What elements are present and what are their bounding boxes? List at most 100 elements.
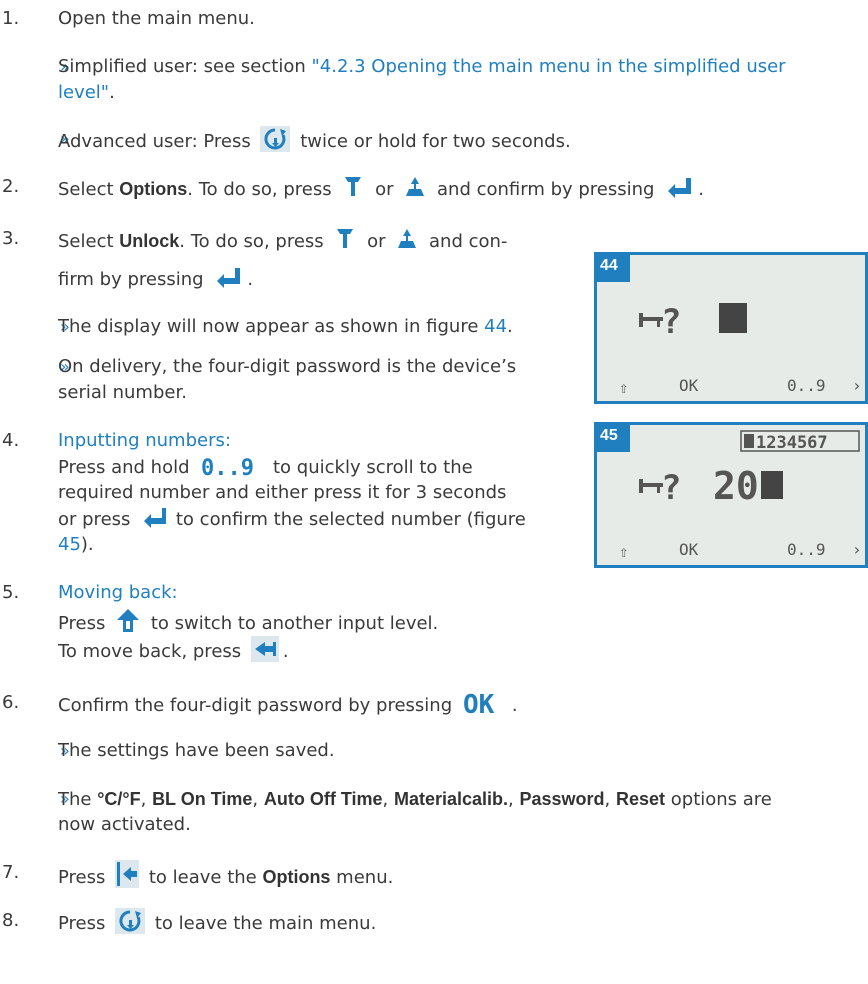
text: to switch to another input level. bbox=[150, 613, 439, 634]
arrow-down-icon bbox=[333, 226, 358, 252]
option-name: Materialcalib. bbox=[394, 789, 509, 809]
step-number: 1. bbox=[2, 8, 20, 29]
text: Press bbox=[58, 867, 106, 888]
lcd-display: ? ⇧ OK 0..9 › bbox=[619, 302, 862, 397]
option-name: BL On Time bbox=[152, 789, 253, 809]
lcd-ok: OK bbox=[679, 376, 699, 395]
text: . To do so, press bbox=[179, 231, 324, 252]
step-number: 2. bbox=[2, 176, 20, 197]
text: Press and hold bbox=[58, 457, 190, 478]
entered-digits: 20 bbox=[713, 464, 759, 508]
option-name: Options bbox=[119, 179, 188, 199]
text: Press bbox=[58, 913, 106, 934]
lcd-next: › bbox=[852, 540, 862, 559]
step-text: Open the main menu. bbox=[58, 8, 255, 29]
lcd-screen: ? ⇧ OK 0..9 › bbox=[597, 255, 865, 401]
step-number: 5. bbox=[2, 582, 20, 603]
text: firm by pressing bbox=[58, 269, 204, 290]
back-icon bbox=[250, 636, 279, 662]
text: now activated. bbox=[58, 814, 191, 835]
text: The display will now appear as shown in … bbox=[58, 316, 485, 337]
text: . bbox=[507, 316, 513, 337]
lcd-display: 1234567 ? 20 ⇧ OK 0..9 › bbox=[619, 430, 862, 561]
text: , bbox=[140, 789, 153, 810]
step-number: 8. bbox=[2, 910, 20, 931]
step-number: 3. bbox=[2, 228, 20, 249]
section-link[interactable]: "4.2.3 Opening the main menu in the simp… bbox=[311, 56, 785, 77]
text: The bbox=[58, 789, 98, 810]
option-name: Auto Off Time bbox=[263, 789, 383, 809]
exit-icon bbox=[115, 860, 140, 888]
text: , bbox=[508, 789, 520, 810]
figure-44: ? ⇧ OK 0..9 › 44 bbox=[594, 252, 868, 404]
text: On delivery, the four-digit password is … bbox=[58, 356, 517, 377]
text: . bbox=[109, 82, 115, 103]
option-name: Options bbox=[262, 867, 331, 887]
ok-key-label: OK bbox=[463, 690, 495, 716]
main-menu-icon bbox=[260, 126, 291, 152]
lcd-screen: 1234567 ? 20 ⇧ OK 0..9 › bbox=[597, 425, 865, 565]
text: . bbox=[282, 641, 289, 662]
text: to leave the main menu. bbox=[154, 913, 377, 934]
key-icon bbox=[639, 479, 663, 493]
digits-key-icon: 0..9 bbox=[199, 454, 264, 478]
cursor-block bbox=[761, 471, 783, 499]
main-menu-icon bbox=[115, 908, 146, 934]
option-name: Password bbox=[519, 789, 605, 809]
lcd-shift: ⇧ bbox=[619, 542, 629, 561]
text: Advanced user: Press bbox=[58, 131, 251, 152]
text: . To do so, press bbox=[187, 179, 332, 200]
text: or bbox=[375, 179, 394, 200]
text: or press bbox=[58, 509, 131, 530]
enter-icon bbox=[664, 176, 695, 200]
figure-link-44[interactable]: 44 bbox=[484, 316, 507, 337]
text: , bbox=[604, 789, 616, 810]
text: ). bbox=[80, 534, 94, 555]
arrow-up-icon bbox=[395, 226, 420, 252]
step-number: 4. bbox=[2, 430, 20, 451]
step-number: 7. bbox=[2, 862, 20, 883]
text: . bbox=[698, 179, 704, 200]
arrow-up-icon bbox=[403, 174, 428, 200]
text: Simplified user: see section bbox=[58, 56, 312, 77]
text: required number and either press it for … bbox=[58, 482, 507, 503]
text: To move back, press bbox=[58, 641, 242, 662]
enter-icon bbox=[140, 506, 167, 530]
digits-key-label: 0..9 bbox=[201, 456, 254, 478]
text: to quickly scroll to the bbox=[273, 457, 473, 478]
text: Press bbox=[58, 613, 106, 634]
prompt-symbol: ? bbox=[661, 302, 681, 342]
text: and confirm by pressing bbox=[437, 179, 655, 200]
figure-label: 45 bbox=[600, 427, 618, 444]
step-number: 6. bbox=[2, 692, 20, 713]
lcd-next: › bbox=[852, 376, 862, 395]
text: menu. bbox=[330, 867, 394, 888]
lcd-digits: 0..9 bbox=[787, 540, 826, 559]
section-link-cont[interactable]: level" bbox=[58, 82, 109, 103]
text: and con- bbox=[429, 231, 508, 252]
text: Select bbox=[58, 231, 120, 252]
lcd-digits: 0..9 bbox=[787, 376, 826, 395]
step-title: Moving back: bbox=[58, 582, 178, 603]
cursor-block bbox=[719, 303, 747, 333]
text: Confirm the four-digit password by press… bbox=[58, 695, 453, 716]
enter-icon bbox=[213, 266, 244, 290]
text: serial number. bbox=[58, 382, 187, 403]
text: . bbox=[511, 695, 518, 716]
text: Select bbox=[58, 179, 120, 200]
text: twice or hold for two seconds. bbox=[300, 131, 571, 152]
shift-up-icon bbox=[117, 609, 140, 632]
figure-45: 1234567 ? 20 ⇧ OK 0..9 › 45 bbox=[594, 422, 868, 568]
prompt-symbol: ? bbox=[661, 468, 681, 508]
lcd-shift: ⇧ bbox=[619, 378, 629, 397]
text: . bbox=[247, 269, 254, 290]
option-name: Reset bbox=[616, 789, 666, 809]
text: , bbox=[382, 789, 394, 810]
option-name: °C/°F bbox=[97, 789, 141, 809]
text: The settings have been saved. bbox=[58, 740, 335, 761]
step-title: Inputting numbers: bbox=[58, 430, 231, 451]
battery-icon bbox=[744, 434, 754, 448]
arrow-down-icon bbox=[341, 174, 366, 200]
serial-number: 1234567 bbox=[756, 433, 828, 453]
figure-link-45[interactable]: 45 bbox=[58, 534, 81, 555]
